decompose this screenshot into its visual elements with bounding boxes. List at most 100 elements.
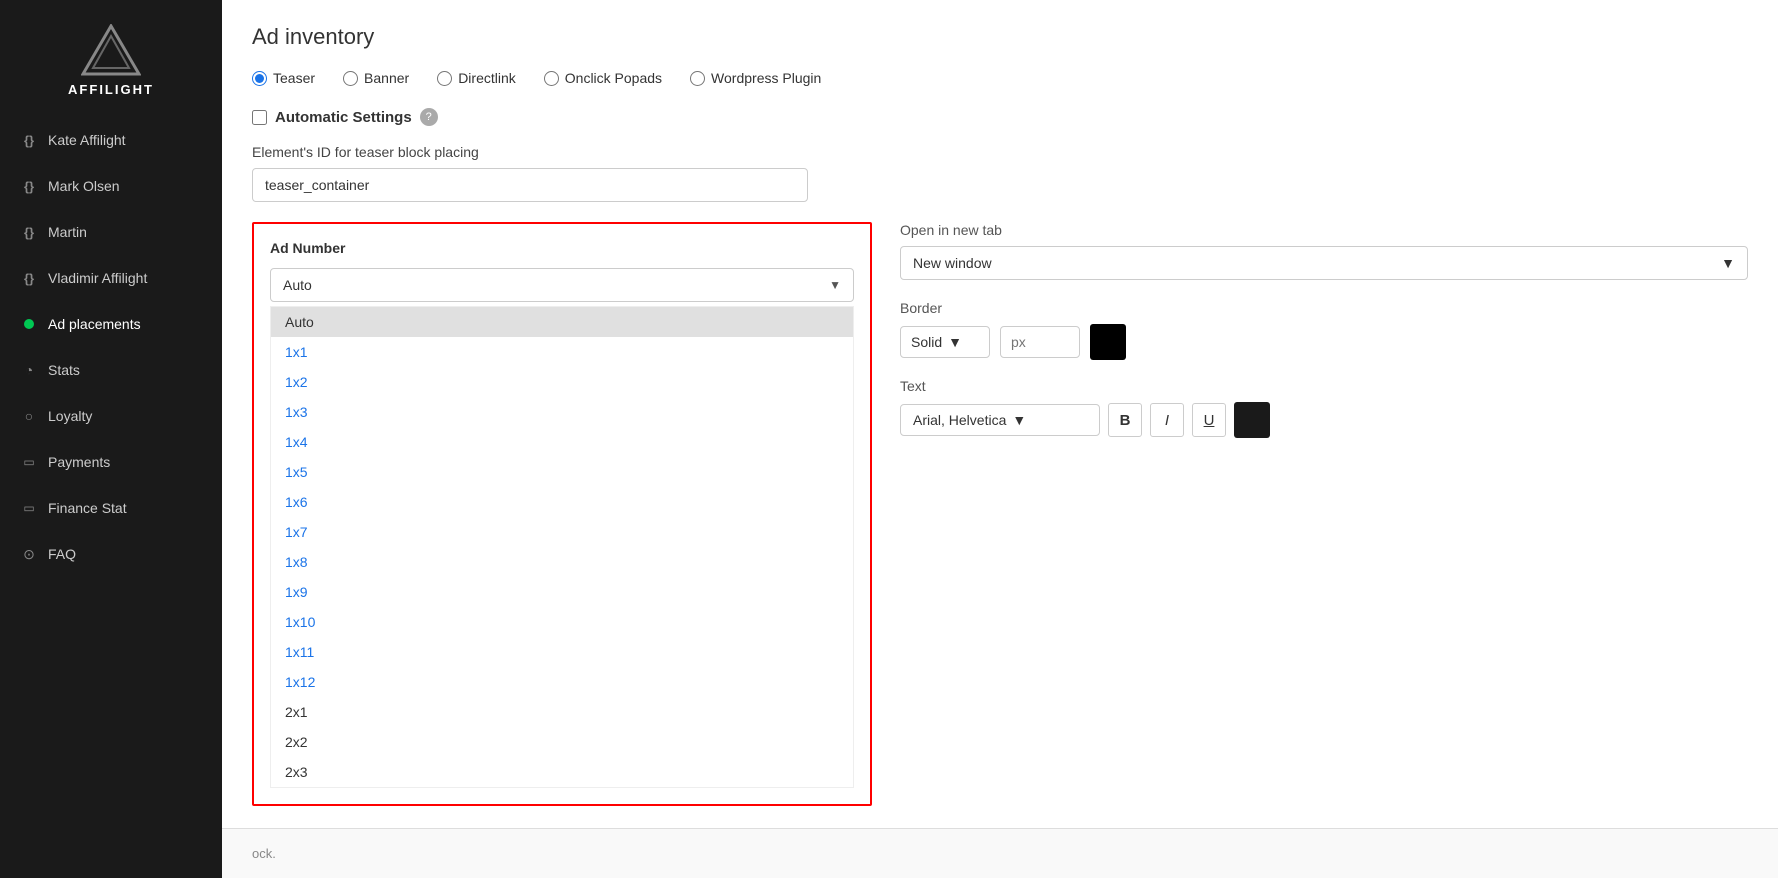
text-label: Text — [900, 378, 1748, 394]
ad-number-title: Ad Number — [270, 240, 854, 256]
sidebar-item-kate[interactable]: Kate Affilight — [0, 117, 222, 163]
open-in-new-tab-select[interactable]: New window ▼ — [900, 246, 1748, 280]
logo-icon — [81, 24, 141, 76]
italic-button[interactable]: I — [1150, 403, 1184, 437]
chevron-down-icon: ▼ — [1012, 412, 1026, 428]
sidebar-item-label: FAQ — [48, 546, 76, 562]
dropdown-item-1x10[interactable]: 1x10 — [271, 607, 853, 637]
ad-number-box: Ad Number Auto ▼ Auto 1x1 1x2 1x3 1x4 1x… — [252, 222, 872, 806]
chevron-down-icon: ▼ — [1721, 255, 1735, 271]
sidebar-item-payments[interactable]: Payments — [0, 439, 222, 485]
finance-icon — [20, 499, 38, 517]
sidebar-item-label: Mark Olsen — [48, 178, 120, 194]
automatic-settings-label: Automatic Settings — [275, 109, 412, 126]
dropdown-item-auto[interactable]: Auto — [271, 307, 853, 337]
footer-bar: ock. — [222, 828, 1778, 878]
bold-button[interactable]: B — [1108, 403, 1142, 437]
dropdown-item-2x2[interactable]: 2x2 — [271, 727, 853, 757]
right-panel: Open in new tab New window ▼ Border Soli… — [900, 222, 1748, 438]
sidebar-item-martin[interactable]: Martin — [0, 209, 222, 255]
sidebar-item-ad-placements[interactable]: Ad placements — [0, 301, 222, 347]
braces-icon — [20, 131, 38, 149]
sidebar-item-label: Martin — [48, 224, 87, 240]
chevron-down-icon: ▼ — [948, 334, 962, 350]
ad-number-dropdown: Auto 1x1 1x2 1x3 1x4 1x5 1x6 1x7 1x8 1x9… — [270, 306, 854, 788]
sidebar-item-label: Kate Affilight — [48, 132, 126, 148]
font-select[interactable]: Arial, Helvetica ▼ — [900, 404, 1100, 436]
radio-banner[interactable]: Banner — [343, 70, 409, 86]
dropdown-item-1x6[interactable]: 1x6 — [271, 487, 853, 517]
sidebar-item-loyalty[interactable]: Loyalty — [0, 393, 222, 439]
sidebar-item-faq[interactable]: FAQ — [0, 531, 222, 577]
border-style-value: Solid — [911, 334, 942, 350]
dropdown-item-1x11[interactable]: 1x11 — [271, 637, 853, 667]
loyalty-icon — [20, 407, 38, 425]
radio-wordpress-label: Wordpress Plugin — [711, 70, 821, 86]
dropdown-item-1x4[interactable]: 1x4 — [271, 427, 853, 457]
radio-directlink-input[interactable] — [437, 71, 452, 86]
sidebar-item-stats[interactable]: Stats — [0, 347, 222, 393]
underline-button[interactable]: U — [1192, 403, 1226, 437]
open-in-new-tab-selected: New window — [913, 255, 992, 271]
sidebar: AFFILIGHT Kate Affilight Mark Olsen Mart… — [0, 0, 222, 878]
sidebar-navigation: Kate Affilight Mark Olsen Martin Vladimi… — [0, 117, 222, 878]
radio-wordpress-plugin[interactable]: Wordpress Plugin — [690, 70, 821, 86]
border-row: Solid ▼ — [900, 324, 1748, 360]
dropdown-item-1x1[interactable]: 1x1 — [271, 337, 853, 367]
open-in-new-tab-label: Open in new tab — [900, 222, 1748, 238]
sidebar-item-mark[interactable]: Mark Olsen — [0, 163, 222, 209]
sidebar-item-label: Vladimir Affilight — [48, 270, 147, 286]
border-style-select[interactable]: Solid ▼ — [900, 326, 990, 358]
radio-teaser[interactable]: Teaser — [252, 70, 315, 86]
sidebar-item-vladimir[interactable]: Vladimir Affilight — [0, 255, 222, 301]
dropdown-item-1x2[interactable]: 1x2 — [271, 367, 853, 397]
automatic-settings-checkbox[interactable] — [252, 110, 267, 125]
text-row: Arial, Helvetica ▼ B I U — [900, 402, 1748, 438]
sidebar-item-label: Ad placements — [48, 316, 141, 332]
border-label: Border — [900, 300, 1748, 316]
dropdown-item-2x3[interactable]: 2x3 — [271, 757, 853, 787]
braces-icon — [20, 177, 38, 195]
open-in-new-tab-row: New window ▼ — [900, 246, 1748, 280]
dropdown-item-1x5[interactable]: 1x5 — [271, 457, 853, 487]
dropdown-item-1x9[interactable]: 1x9 — [271, 577, 853, 607]
dropdown-item-1x7[interactable]: 1x7 — [271, 517, 853, 547]
radio-onclick-input[interactable] — [544, 71, 559, 86]
footer-message: ock. — [252, 846, 276, 861]
chevron-down-icon: ▼ — [829, 278, 841, 292]
sidebar-item-label: Stats — [48, 362, 80, 378]
border-px-input[interactable] — [1000, 326, 1080, 358]
dropdown-item-1x12[interactable]: 1x12 — [271, 667, 853, 697]
payments-icon — [20, 453, 38, 471]
radio-directlink-label: Directlink — [458, 70, 516, 86]
element-id-label: Element's ID for teaser block placing — [252, 144, 1748, 160]
ad-number-selected: Auto — [283, 277, 312, 293]
radio-onclick-popads[interactable]: Onclick Popads — [544, 70, 662, 86]
element-id-input[interactable] — [252, 168, 808, 202]
dropdown-item-1x3[interactable]: 1x3 — [271, 397, 853, 427]
radio-onclick-label: Onclick Popads — [565, 70, 662, 86]
dropdown-item-2x1[interactable]: 2x1 — [271, 697, 853, 727]
ad-number-select[interactable]: Auto ▼ — [270, 268, 854, 302]
radio-teaser-input[interactable] — [252, 71, 267, 86]
two-column-section: Ad Number Auto ▼ Auto 1x1 1x2 1x3 1x4 1x… — [252, 222, 1748, 806]
sidebar-item-label: Finance Stat — [48, 500, 127, 516]
help-icon[interactable]: ? — [420, 108, 438, 126]
faq-icon — [20, 545, 38, 563]
radio-banner-input[interactable] — [343, 71, 358, 86]
dropdown-item-1x8[interactable]: 1x8 — [271, 547, 853, 577]
sidebar-item-finance-stat[interactable]: Finance Stat — [0, 485, 222, 531]
radio-wordpress-input[interactable] — [690, 71, 705, 86]
main-content: Ad inventory Teaser Banner Directlink On… — [222, 0, 1778, 878]
sidebar-item-label: Payments — [48, 454, 110, 470]
border-color-swatch[interactable] — [1090, 324, 1126, 360]
radio-directlink[interactable]: Directlink — [437, 70, 516, 86]
automatic-settings-row: Automatic Settings ? — [252, 108, 1748, 126]
font-value: Arial, Helvetica — [913, 412, 1006, 428]
ad-placements-icon — [20, 315, 38, 333]
braces-icon — [20, 269, 38, 287]
text-color-swatch[interactable] — [1234, 402, 1270, 438]
radio-teaser-label: Teaser — [273, 70, 315, 86]
sidebar-logo: AFFILIGHT — [0, 0, 222, 117]
ad-type-radio-group: Teaser Banner Directlink Onclick Popads … — [252, 70, 1748, 86]
